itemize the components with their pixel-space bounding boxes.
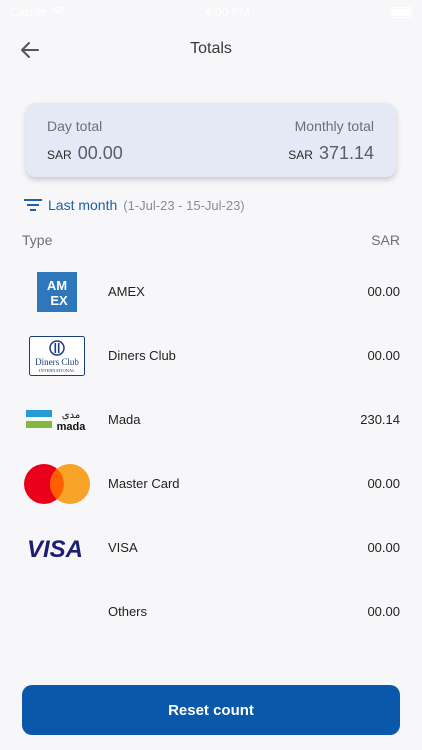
monthly-currency: SAR (288, 148, 313, 162)
monthly-total-value: 371.14 (318, 143, 374, 163)
column-header-amount: SAR (371, 232, 400, 248)
day-total-label: Day total (47, 118, 103, 134)
list-item: AM EX AMEX 00.00 (0, 260, 422, 324)
list-item: VISA VISA 00.00 (0, 516, 422, 580)
reset-count-button[interactable]: Reset count (22, 685, 400, 735)
status-bar: Carrier 4:00 PM (0, 0, 422, 24)
amex-logo-text-top: AM (47, 278, 67, 293)
filter-icon (24, 199, 42, 211)
period-filter[interactable]: Last month (1-Jul-23 - 15-Jul-23) (24, 197, 245, 213)
wifi-icon (52, 5, 65, 19)
card-type-amount: 00.00 (367, 604, 400, 619)
filter-period-label: Last month (48, 197, 118, 213)
diners-logo-text: Diners Club (35, 357, 79, 367)
list-item: Others 00.00 (0, 580, 422, 644)
card-type-amount: 230.14 (360, 412, 400, 427)
card-type-amount: 00.00 (367, 348, 400, 363)
list-item: Diners Club INTERNATIONAL Diners Club 00… (0, 324, 422, 388)
card-type-name: AMEX (108, 284, 145, 299)
carrier-label: Carrier (10, 5, 47, 19)
monthly-total-label: Monthly total (294, 118, 374, 134)
card-type-name: Diners Club (108, 348, 176, 363)
status-left: Carrier (10, 5, 65, 19)
status-time: 4:00 PM (204, 5, 250, 19)
card-type-name: VISA (108, 540, 138, 555)
card-type-amount: 00.00 (367, 284, 400, 299)
filter-date-range: (1-Jul-23 - 15-Jul-23) (123, 197, 245, 213)
day-currency: SAR (47, 148, 72, 162)
day-total-amount: SAR 00.00 (47, 143, 123, 164)
amex-logo: AM EX (24, 268, 90, 316)
monthly-total-amount: SAR 371.14 (288, 143, 374, 164)
card-type-name: Mada (108, 412, 141, 427)
totals-card: Day total Monthly total SAR 00.00 SAR 37… (26, 103, 396, 177)
mada-logo-arabic: مدى (62, 410, 80, 421)
list-item: Master Card 00.00 (0, 452, 422, 516)
day-total-value: 00.00 (77, 143, 123, 163)
amex-logo-text-bottom: EX (50, 293, 68, 308)
diners-club-logo: Diners Club INTERNATIONAL (24, 332, 90, 380)
card-type-amount: 00.00 (367, 476, 400, 491)
battery-icon (390, 6, 412, 18)
card-type-amount: 00.00 (367, 540, 400, 555)
visa-logo-text: VISA (27, 536, 83, 563)
mada-logo: مدى mada (24, 396, 90, 444)
visa-logo: VISA (24, 524, 90, 572)
list-item: مدى mada Mada 230.14 (0, 388, 422, 452)
header: Totals (0, 28, 422, 72)
page-title: Totals (190, 40, 232, 57)
mastercard-logo (24, 460, 90, 508)
card-type-name: Others (108, 604, 148, 619)
diners-logo-subtext: INTERNATIONAL (39, 368, 75, 373)
mada-logo-text: mada (57, 421, 87, 432)
card-type-name: Master Card (108, 476, 180, 491)
column-header-type: Type (22, 232, 53, 248)
